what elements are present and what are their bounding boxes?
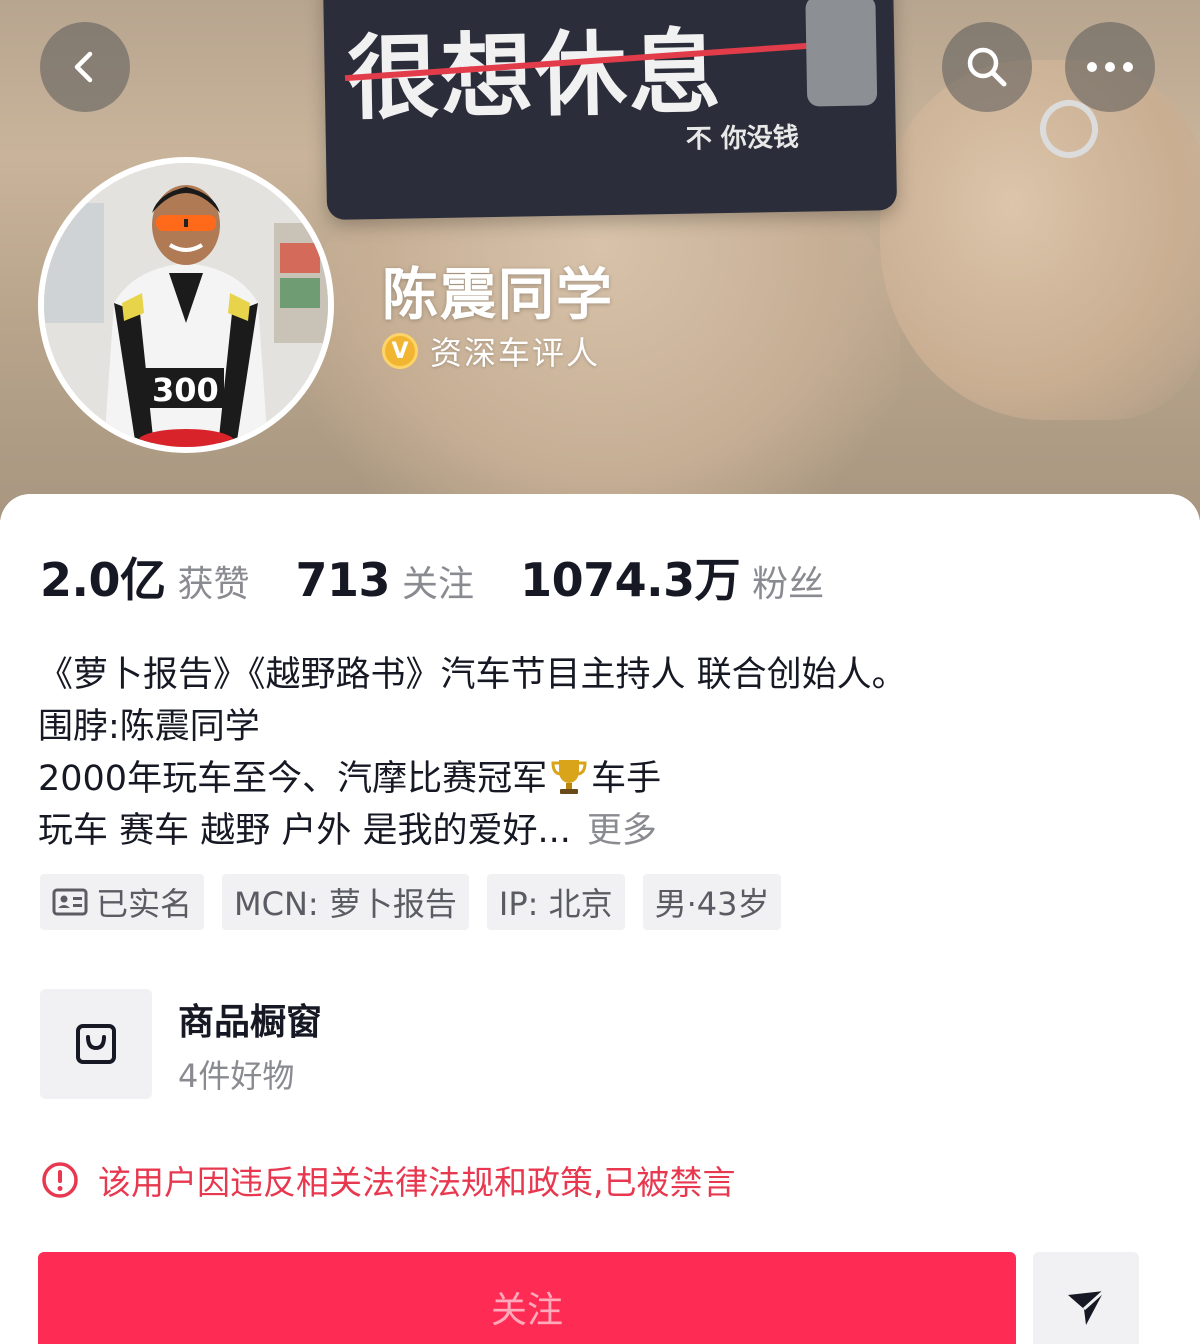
cover-fist [880,60,1200,420]
bio-line: 《萝卜报告》《越野路书》汽车节目主持人 联合创始人。 [38,655,907,695]
stat-label: 获赞 [177,564,250,605]
cover-sign: 很想休息 不 你没钱 [322,0,898,220]
stat-value: 713 [295,553,391,607]
verified-label: 资深车评人 [430,334,601,372]
banned-notice: 该用户因违反相关法律法规和政策,已被禁言 [40,1156,736,1204]
stat-value: 1074.3万 [520,553,741,607]
tag-label: 男·43岁 [654,885,770,923]
bio-line: 玩车 赛车 越野 户外 是我的爱好... 更多 [38,805,1168,857]
shop-icon-box [40,989,152,1099]
stat-following[interactable]: 713 关注 [296,553,475,607]
tag-gender-age: 男·43岁 [642,874,782,930]
shop-window-entry[interactable]: 商品橱窗 4件好物 [40,989,640,1099]
follow-button[interactable]: 关注 [38,1252,1016,1344]
bio-text: 玩车 赛车 越野 户外 是我的爱好... [38,811,571,851]
send-icon [1068,1289,1106,1325]
bio: 《萝卜报告》《越野路书》汽车节目主持人 联合创始人。 围脖:陈震同学 2000年… [38,649,1168,857]
more-button[interactable] [1065,22,1155,112]
svg-text:300: 300 [152,371,219,409]
cover-sign-panel [805,0,878,107]
tag-real-name[interactable]: 已实名 [40,874,205,930]
tag-label: 已实名 [96,885,193,923]
more-dots-icon [1087,62,1133,72]
follow-label: 关注 [490,1290,563,1331]
shopping-bag-icon [76,1024,116,1064]
share-button[interactable] [1033,1252,1139,1344]
profile-tags: 已实名 MCN: 萝卜报告 IP: 北京 男·43岁 [40,874,782,930]
avatar-photo: 300 [44,163,328,447]
bio-text: 车手 [591,759,662,799]
tag-label: IP: 北京 [498,885,613,923]
avatar-image: 300 [44,163,328,447]
chevron-left-icon [74,51,93,83]
stat-likes[interactable]: 2.0亿 获赞 [40,544,250,610]
tag-mcn[interactable]: MCN: 萝卜报告 [222,874,469,930]
cover-sign-text: 很想休息 [345,19,724,133]
verified-badge-icon: V [382,333,418,369]
verification-row: V 资深车评人 [382,328,600,374]
bio-line: 围脖:陈震同学 [38,707,260,747]
stat-label: 粉丝 [752,564,825,605]
bio-more-link[interactable]: 更多 [587,811,657,851]
back-button[interactable] [40,22,130,112]
tag-ip: IP: 北京 [486,874,625,930]
profile-card: 2.0亿 获赞 713 关注 1074.3万 粉丝 《萝卜报告》《越野路书》汽车… [0,494,1200,1344]
shop-title: 商品橱窗 [178,1002,323,1043]
cover-sign-subtext: 不 你没钱 [685,122,800,155]
banned-text: 该用户因违反相关法律法规和政策,已被禁言 [98,1163,736,1202]
warning-icon [42,1162,78,1198]
id-card-icon [52,888,88,916]
shop-subtitle: 4件好物 [178,1057,295,1095]
stats-row: 2.0亿 获赞 713 关注 1074.3万 粉丝 [40,544,870,610]
stat-label: 关注 [402,564,475,605]
search-icon [967,47,1007,87]
tag-label: MCN: 萝卜报告 [234,885,457,923]
trophy-icon [551,760,587,794]
stat-followers[interactable]: 1074.3万 粉丝 [520,544,824,610]
avatar[interactable]: 300 [38,157,334,453]
search-button[interactable] [942,22,1032,112]
bio-line: 2000年玩车至今、汽摩比赛冠军 车手 [38,753,1168,805]
stat-value: 2.0亿 [40,553,166,607]
profile-name: 陈震同学 [382,263,614,328]
bio-text: 2000年玩车至今、汽摩比赛冠军 [38,759,548,799]
